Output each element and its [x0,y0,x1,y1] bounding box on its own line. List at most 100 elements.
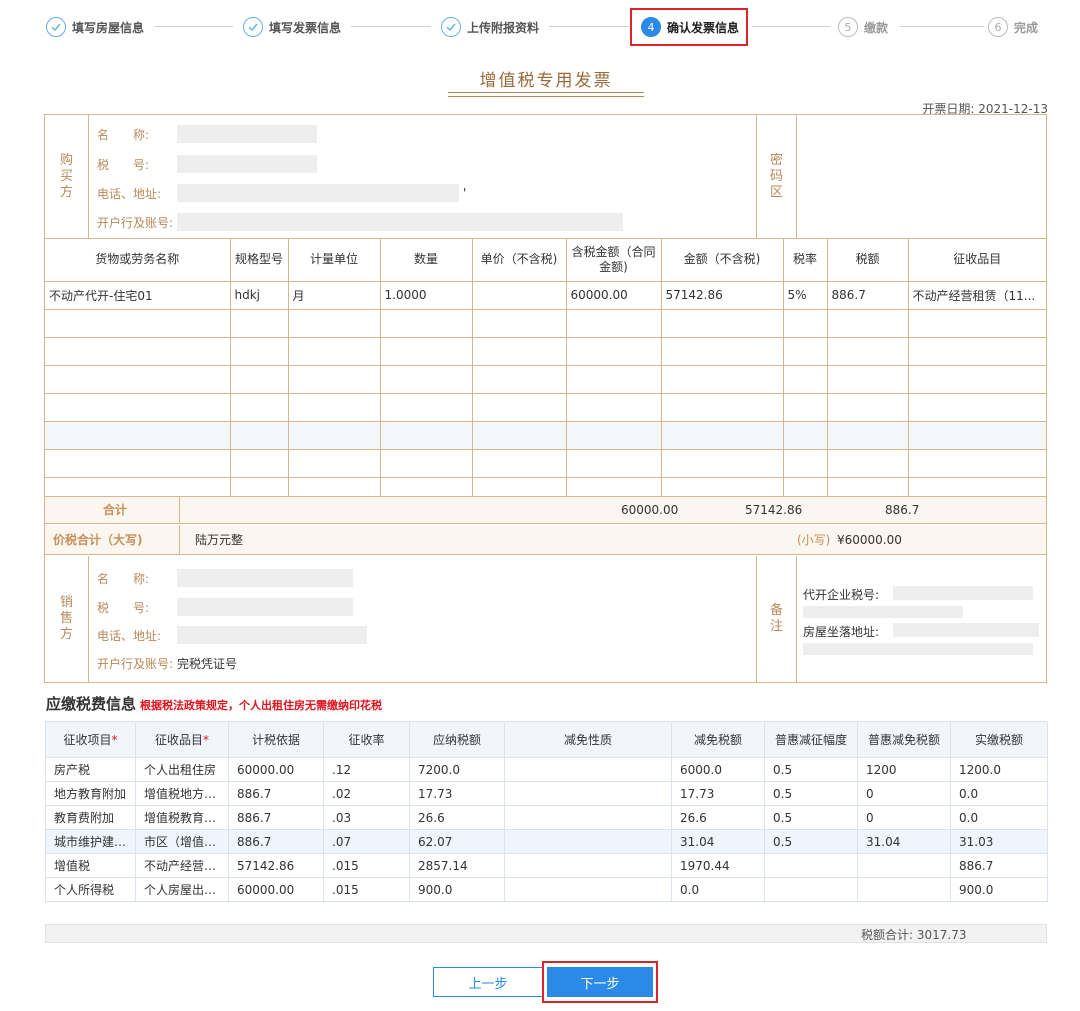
step-number: 6 [988,17,1008,37]
goods-cell: 月 [287,280,381,310]
tax-cell [857,877,951,902]
goods-cell: 1.0000 [379,280,473,310]
goods-header-cell: 规格型号 [229,239,289,282]
tax-cell: 31.04 [857,829,951,854]
tax-cell: 900.0 [409,877,505,902]
tax-cell: 26.6 [409,805,505,830]
tax-cell: 886.7 [228,805,324,830]
seller-bank-row: 开户行及账号: 完税凭证号 [89,652,237,674]
tax-cell: 26.6 [671,805,765,830]
tax-cell: 0.0 [671,877,765,902]
remark-line2-value [803,606,963,618]
seller-name-value [177,569,353,587]
seller-side-label: 销售方 [45,556,89,682]
tax-row: 地方教育附加 增值税地方教... 886.7 .02 17.73 17.73 0… [45,781,1048,806]
seller-taxid-value [177,598,353,616]
goods-cell: 不动产代开-住宅01 [45,280,231,310]
seller-addr-row: 电话、地址: [89,624,367,646]
price-total-lower-label: (小写) [797,533,831,547]
goods-empty-row [45,336,1046,366]
tax-cell: 1200.0 [950,757,1048,782]
step-label: 填写发票信息 [269,20,342,35]
goods-header-cell: 含税金额（合同金额) [565,239,662,282]
tax-header-cell: 应纳税额 [409,721,505,758]
tax-cell [504,853,672,878]
tax-cell: 增值税地方教... [135,781,229,806]
tax-header-cell: 实缴税额 [950,721,1048,758]
buyer-name-value [177,125,317,143]
goods-cell [471,280,567,310]
step-fill-invoice-info: 填写发票信息 [243,16,341,38]
tax-section-title: 应缴税费信息 根据税法政策规定，个人出租住房无需缴纳印花税 [46,693,382,714]
tax-cell: .015 [323,853,410,878]
remark-line4-value [803,643,1033,655]
seller-bank-value: 完税凭证号 [177,656,238,671]
seller-addr-value [177,626,367,644]
tax-cell: .03 [323,805,410,830]
tax-cell: 0 [857,805,951,830]
tax-cell: 31.04 [671,829,765,854]
tax-cell: 1970.44 [671,853,765,878]
title-underline [448,92,644,93]
tax-cell [504,829,672,854]
next-step-button[interactable]: 下一步 [547,967,653,997]
goods-header-cell: 金额（不含税) [660,239,784,282]
buyer-bank-label: 开户行及账号: [97,215,174,230]
tax-cell: 个人所得税 [45,877,136,902]
buyer-bank-row: 开户行及账号: [89,211,623,233]
tax-cell: 60000.00 [228,757,324,782]
tax-cell: 7200.0 [409,757,505,782]
divider [179,497,180,524]
tax-cell: 0.0 [950,781,1048,806]
step-fill-house-info: 填写房屋信息 [46,16,144,38]
step-number: 5 [838,17,858,37]
goods-cell: 不动产经营租赁（11... [907,280,1046,310]
tax-header-row: 征收项目* 征收品目* 计税依据 征收率 应纳税额 减免性质 减免税额 普惠减征… [45,721,1048,758]
tax-cell: 6000.0 [671,757,765,782]
tax-cell: 0.5 [764,757,858,782]
buyer-name-label: 名 称: [97,127,150,142]
step-upload-attachments: 上传附报资料 [441,16,539,38]
price-total-label: 价税合计（大写) [53,533,143,547]
tax-cell: 市区（增值税... [135,829,229,854]
tax-notice: 根据税法政策规定，个人出租住房无需缴纳印花税 [140,699,383,712]
prev-step-button[interactable]: 上一步 [433,967,543,997]
step-connector [549,26,629,27]
step-connector [155,26,233,27]
tax-cell [857,853,951,878]
tax-cell: .07 [323,829,410,854]
step-label: 缴款 [864,20,889,35]
seller-section: 销售方 名 称: 税 号: 电话、地址: 开户行及账号: 完税凭证号 备注 代开… [45,556,1046,682]
tax-header-cell: 征收率 [323,721,410,758]
tax-cell: 17.73 [671,781,765,806]
tax-cell: 0.5 [764,781,858,806]
goods-cell: 886.7 [826,280,909,310]
tax-header-cell: 普惠减征幅度 [764,721,858,758]
goods-header-cell: 单价（不含税) [471,239,567,282]
highlight-box [630,8,748,46]
goods-empty-row [45,392,1046,422]
seller-name-row: 名 称: [89,567,353,589]
seller-taxid-row: 税 号: [89,596,353,618]
tax-cell: 17.73 [409,781,505,806]
buyer-section: 购买方 名 称: 税 号: 电话、地址: ' 开户行及账号: 密码区 [45,115,1046,239]
goods-empty-row [45,364,1046,394]
password-area-label: 密码区 [757,115,797,238]
tax-title: 应缴税费信息 [46,695,137,713]
tax-header-cell: 减免税额 [671,721,765,758]
goods-cell: 60000.00 [565,280,662,310]
tax-cell: 886.7 [950,853,1048,878]
goods-table: 货物或劳务名称 规格型号 计量单位 数量 单价（不含税) 含税金额（合同金额) … [45,239,1046,506]
check-icon [441,17,461,37]
total-amount: 57142.86 [745,503,803,517]
total-tax-incl: 60000.00 [621,503,679,517]
step-label: 填写房屋信息 [72,20,145,35]
tax-cell: 0.0 [950,805,1048,830]
goods-header-cell: 税率 [782,239,828,282]
buyer-bank-value [177,213,623,231]
password-area [797,115,1046,238]
tax-cell: 1200 [857,757,951,782]
goods-header-cell: 征收品目 [907,239,1046,282]
tax-header-cell: 减免性质 [504,721,672,758]
step-complete: 6 完成 [988,16,1038,38]
